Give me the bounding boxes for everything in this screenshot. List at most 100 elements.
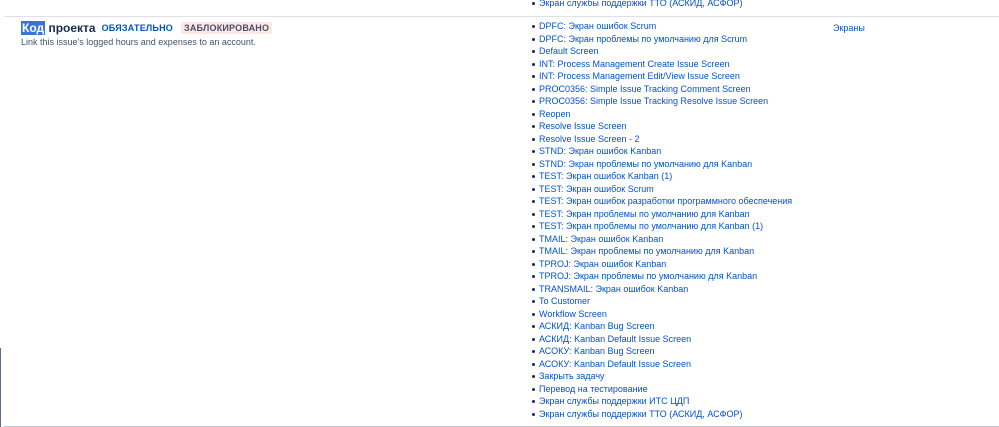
- screen-item: To Customer: [532, 295, 792, 308]
- screen-item: INT: Process Management Edit/View Issue …: [532, 70, 792, 83]
- screen-link[interactable]: TEST: Экран ошибок Kanban (1): [539, 171, 672, 181]
- screen-link[interactable]: INT: Process Management Edit/View Issue …: [539, 71, 740, 81]
- screen-link[interactable]: АСКИД: Kanban Bug Screen: [539, 321, 655, 331]
- screen-item: TEST: Экран ошибок Kanban (1): [532, 170, 792, 183]
- screen-item: INT: Process Management Create Issue Scr…: [532, 58, 792, 71]
- tab-link-screens[interactable]: Экраны: [833, 23, 865, 33]
- screen-link[interactable]: АСОКУ: Kanban Default Issue Screen: [539, 359, 691, 369]
- screen-item: DPFC: Экран проблемы по умолчанию для Sc…: [532, 33, 792, 46]
- screen-item: Default Screen: [532, 45, 792, 58]
- bullet-icon: [532, 400, 535, 403]
- bullet-icon: [532, 200, 535, 203]
- bullet-icon: [532, 137, 535, 141]
- screen-link[interactable]: АСОКУ: Kanban Bug Screen: [539, 346, 655, 356]
- screen-item: STND: Экран проблемы по умолчанию для Ka…: [532, 158, 792, 171]
- screen-item: TRANSMAIL: Экран ошибок Kanban: [532, 283, 792, 296]
- screen-link[interactable]: Закрыть задачу: [539, 371, 605, 381]
- screen-link[interactable]: TEST: Экран проблемы по умолчанию для Ka…: [539, 221, 763, 231]
- screen-link[interactable]: PROC0356: Simple Issue Tracking Comment …: [539, 84, 751, 94]
- screen-link[interactable]: TMAIL: Экран проблемы по умолчанию для K…: [539, 246, 754, 256]
- screen-item: Экран службы поддержки ИТС ЦДП: [532, 395, 792, 408]
- bullet-icon: [532, 125, 535, 128]
- screen-list: DPFC: Экран ошибок Scrum DPFC: Экран проб…: [532, 20, 792, 420]
- screen-item: Перевод на тестирование: [532, 383, 792, 396]
- screen-item: STND: Экран ошибок Kanban: [532, 145, 792, 158]
- screens-table: Экран службы поддержки ТТО (АСКИД, АСФОР…: [0, 0, 999, 427]
- bullet-icon: [532, 262, 535, 266]
- screen-item: TEST: Экран ошибок Scrum: [532, 183, 792, 196]
- bullet-icon: [532, 362, 535, 366]
- screen-link[interactable]: DPFC: Экран ошибок Scrum: [539, 21, 656, 31]
- screen-link[interactable]: Перевод на тестирование: [539, 384, 648, 394]
- screen-link[interactable]: Reopen: [539, 109, 571, 119]
- previous-field-row: Экран службы поддержки ТТО (АСКИД, АСФОР…: [4, 0, 999, 17]
- screen-item: АСКИД: Kanban Default Issue Screen: [532, 333, 792, 346]
- screen-item: TEST: Экран ошибок разработки программно…: [532, 195, 792, 208]
- screen-link[interactable]: Default Screen: [539, 46, 599, 56]
- screen-link[interactable]: Resolve Issue Screen - 2: [539, 134, 640, 144]
- bullet-icon: [532, 100, 535, 103]
- field-name: Код проекта: [21, 21, 96, 35]
- screen-item: Resolve Issue Screen: [532, 120, 792, 133]
- bullet-icon: [532, 75, 535, 78]
- bullet-icon: [532, 112, 535, 116]
- field-description: Link this issue's logged hours and expen…: [21, 37, 256, 47]
- screen-item: Resolve Issue Screen - 2: [532, 133, 792, 146]
- bullet-icon: [532, 387, 535, 391]
- screen-link[interactable]: TEST: Экран ошибок разработки программно…: [539, 196, 792, 206]
- screen-link[interactable]: DPFC: Экран проблемы по умолчанию для Sc…: [539, 34, 747, 44]
- screen-link[interactable]: Экран службы поддержки ТТО (АСКИД, АСФОР…: [539, 0, 743, 8]
- screen-link[interactable]: TRANSMAIL: Экран ошибок Kanban: [539, 284, 688, 294]
- screen-link[interactable]: PROC0356: Simple Issue Tracking Resolve …: [539, 96, 768, 106]
- bullet-icon: [532, 350, 535, 353]
- screen-link[interactable]: TPROJ: Экран проблемы по умолчанию для K…: [539, 271, 757, 281]
- screen-item: Закрыть задачу: [532, 370, 792, 383]
- screen-item: АСОКУ: Kanban Default Issue Screen: [532, 358, 792, 371]
- screen-link[interactable]: АСКИД: Kanban Default Issue Screen: [539, 334, 691, 344]
- field-name-highlight: Код: [21, 21, 46, 35]
- screen-item: TMAIL: Экран ошибок Kanban: [532, 233, 792, 246]
- screen-item: Reopen: [532, 108, 792, 121]
- screen-item: TMAIL: Экран проблемы по умолчанию для K…: [532, 245, 792, 258]
- screen-item: TPROJ: Экран ошибок Kanban: [532, 258, 792, 271]
- bullet-icon: [532, 25, 535, 28]
- screen-link[interactable]: STND: Экран проблемы по умолчанию для Ka…: [539, 159, 752, 169]
- screen-item: TEST: Экран проблемы по умолчанию для Ka…: [532, 208, 792, 221]
- field-header: Код проекта ОБЯЗАТЕЛЬНО ЗАБЛОКИРОВАНО: [21, 21, 501, 35]
- screen-link[interactable]: Экран службы поддержки ИТС ЦДП: [539, 396, 689, 406]
- bullet-icon: [532, 375, 535, 378]
- bullet-icon: [532, 2, 535, 5]
- screen-link[interactable]: TEST: Экран ошибок Scrum: [539, 184, 654, 194]
- screen-link[interactable]: INT: Process Management Create Issue Scr…: [539, 59, 730, 69]
- bullet-icon: [532, 412, 535, 416]
- screen-link[interactable]: TEST: Экран проблемы по умолчанию для Ka…: [539, 209, 750, 219]
- bullet-icon: [532, 325, 535, 328]
- bullet-icon: [532, 150, 535, 153]
- bullet-icon: [532, 87, 535, 91]
- screen-link[interactable]: Экран службы поддержки ТТО (АСКИД, АСФОР…: [539, 409, 743, 419]
- bullet-icon: [532, 212, 535, 216]
- screen-link[interactable]: TPROJ: Экран ошибок Kanban: [539, 259, 666, 269]
- screen-item: Экран службы поддержки ТТО (АСКИД, АСФОР…: [532, 408, 792, 421]
- screen-item: PROC0356: Simple Issue Tracking Comment …: [532, 83, 792, 96]
- bullet-icon: [532, 237, 535, 241]
- field-name-rest: проекта: [45, 21, 96, 35]
- bullet-icon: [532, 312, 535, 316]
- screen-link[interactable]: Resolve Issue Screen: [539, 121, 627, 131]
- bullet-icon: [532, 62, 535, 66]
- bullet-icon: [532, 287, 535, 291]
- field-row-project-code: Код проекта ОБЯЗАТЕЛЬНО ЗАБЛОКИРОВАНО Li…: [4, 17, 999, 427]
- screen-link[interactable]: STND: Экран ошибок Kanban: [539, 146, 661, 156]
- bullet-icon: [532, 50, 535, 53]
- bullet-icon: [532, 187, 535, 191]
- screen-item: АСКИД: Kanban Bug Screen: [532, 320, 792, 333]
- screen-link[interactable]: To Customer: [539, 296, 590, 306]
- screen-item: PROC0356: Simple Issue Tracking Resolve …: [532, 95, 792, 108]
- bullet-icon: [532, 275, 535, 278]
- screen-link[interactable]: TMAIL: Экран ошибок Kanban: [539, 234, 663, 244]
- screen-link[interactable]: Workflow Screen: [539, 309, 607, 319]
- screen-item: Workflow Screen: [532, 308, 792, 321]
- bullet-icon: [532, 337, 535, 341]
- screen-item: АСОКУ: Kanban Bug Screen: [532, 345, 792, 358]
- screen-item: Экран службы поддержки ТТО (АСКИД, АСФОР…: [532, 0, 743, 10]
